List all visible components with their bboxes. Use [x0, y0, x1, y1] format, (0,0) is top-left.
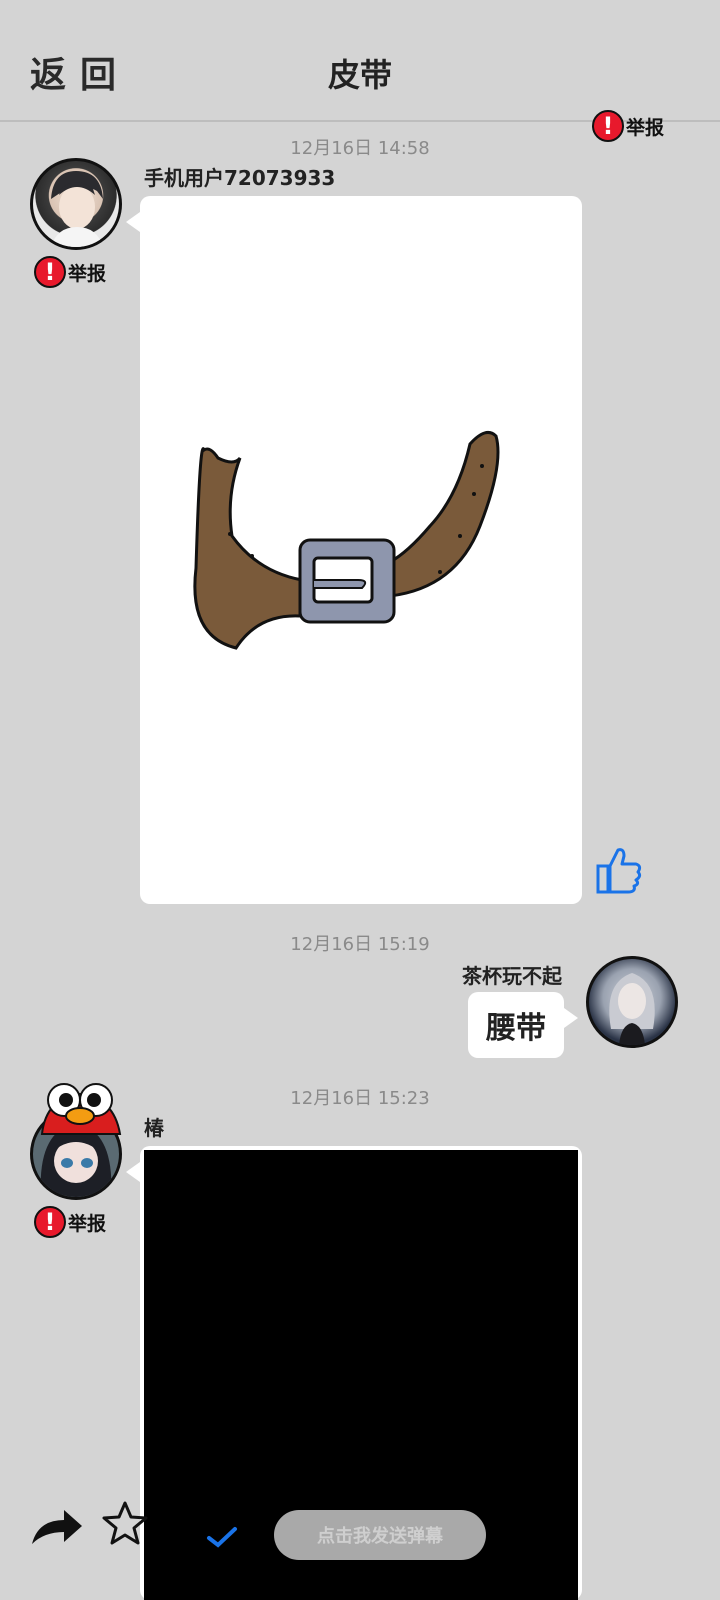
star-icon[interactable]	[102, 1500, 148, 1546]
alert-icon: !	[34, 256, 66, 288]
timestamp: 12月16日 15:19	[290, 934, 430, 955]
report-label: 举报	[68, 1212, 107, 1235]
username: 椿	[144, 1116, 164, 1140]
image-message[interactable]	[140, 196, 582, 904]
text-message[interactable]: 腰带	[468, 992, 564, 1058]
top-bar: 返回 皮带	[0, 0, 720, 122]
username: 茶杯玩不起	[462, 964, 562, 988]
danmu-input-button[interactable]: 点击我发送弹幕	[274, 1510, 486, 1560]
avatar[interactable]	[30, 158, 122, 250]
belt-drawing	[193, 430, 500, 650]
report-button[interactable]: ! 举报	[34, 1206, 106, 1238]
thumbs-up-icon[interactable]	[594, 846, 644, 898]
avatar[interactable]	[586, 956, 678, 1048]
bottom-toolbar: 点击我发送弹幕	[0, 1490, 720, 1600]
report-label: 举报	[68, 262, 107, 285]
avatar-frame-decoration	[40, 1083, 122, 1135]
check-icon[interactable]	[206, 1526, 238, 1548]
alert-icon: !	[34, 1206, 66, 1238]
report-button[interactable]: ! 举报	[34, 256, 106, 288]
timestamp: 12月16日 14:58	[290, 138, 430, 159]
share-arrow-icon[interactable]	[30, 1508, 84, 1546]
page-title: 皮带	[327, 56, 392, 94]
avatar-portrait-icon	[51, 171, 103, 247]
username: 手机用户72073933	[144, 166, 336, 190]
avatar-portrait-icon	[609, 973, 655, 1045]
